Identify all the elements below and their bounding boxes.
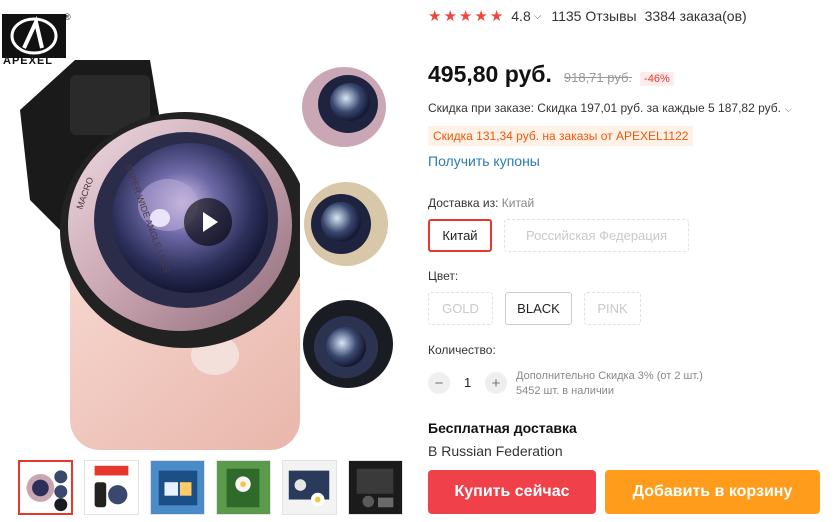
original-price: 918,71 руб. [563,70,633,85]
star-icon: ★ [474,7,488,25]
ship-from-label: Доставка из: Китай [428,196,534,210]
stock-availability: 5452 шт. в наличии [516,385,614,397]
play-video-button[interactable] [184,198,232,246]
reviews-link[interactable]: 1135 Отзывы [551,8,636,24]
quantity-increase-button[interactable]: + [485,372,507,394]
play-icon [202,212,218,232]
store-discount-text: Скидка при заказе: Скидка 197,01 руб. за… [428,101,781,115]
price-row: 495,80 руб. 918,71 руб. -46% [428,61,674,88]
star-icon: ★ [443,7,457,25]
ship-from-label-text: Доставка из: [428,196,499,210]
star-icon: ★ [428,7,442,25]
rating-value: 4.8 [511,8,531,24]
brand-logo-text: APEXEL [3,55,54,67]
coupon-tag: Скидка 131,34 руб. на заказы от APEXEL11… [428,126,694,146]
thumbnail-1[interactable] [18,460,73,515]
ship-from-option-russia[interactable]: Российская Федерация [504,219,689,252]
orders-count: 3384 заказа(ов) [644,8,747,24]
color-option-gold[interactable]: GOLD [428,292,493,325]
thumbnail-4[interactable] [216,460,271,515]
quantity-label: Количество: [428,343,496,357]
chevron-down-icon: ⌵ [784,104,792,114]
product-info-panel: ★ ★ ★ ★ ★ 4.8 ⌵ 1135 Отзывы 3384 заказа(… [428,0,828,522]
thumbnail-2[interactable] [84,460,139,515]
buy-now-button[interactable]: Купить сейчас [428,470,596,514]
thumbnail-3[interactable] [150,460,205,515]
free-shipping-title: Бесплатная доставка [428,420,577,436]
star-icon: ★ [489,7,504,25]
discount-badge: -46% [640,72,674,86]
store-discount-info[interactable]: Скидка при заказе: Скидка 197,01 руб. за… [428,101,792,115]
product-gallery: MACRO SUPER WIDE ANGLE LENS ® APEXEL [0,0,410,522]
get-coupons-link[interactable]: Получить купоны [428,153,540,169]
color-option-black[interactable]: BLACK [505,292,572,325]
quantity-value[interactable]: 1 [464,375,471,390]
quantity-discount-note: Дополнительно Скидка 3% (от 2 шт.) [516,370,703,382]
quantity-decrease-button[interactable]: − [428,372,450,394]
ship-from-option-china[interactable]: Китай [428,219,492,252]
color-preview-images [296,52,410,412]
color-label: Цвет: [428,269,459,283]
registered-mark: ® [64,12,71,22]
rating-stars: ★ ★ ★ ★ ★ [428,9,503,24]
thumbnail-5[interactable] [282,460,337,515]
rating-row: ★ ★ ★ ★ ★ 4.8 ⌵ 1135 Отзывы 3384 заказа(… [428,8,747,24]
chevron-down-icon[interactable]: ⌵ [534,11,542,22]
thumbnail-6[interactable] [348,460,403,515]
current-price: 495,80 руб. [428,61,552,87]
thumbnail-strip [18,460,403,515]
star-icon: ★ [458,7,473,25]
add-to-cart-button[interactable]: Добавить в корзину [605,470,820,514]
color-option-pink[interactable]: PINK [584,292,641,325]
shipping-destination[interactable]: В Russian Federation [428,443,563,459]
ship-from-selected: Китай [501,196,535,210]
